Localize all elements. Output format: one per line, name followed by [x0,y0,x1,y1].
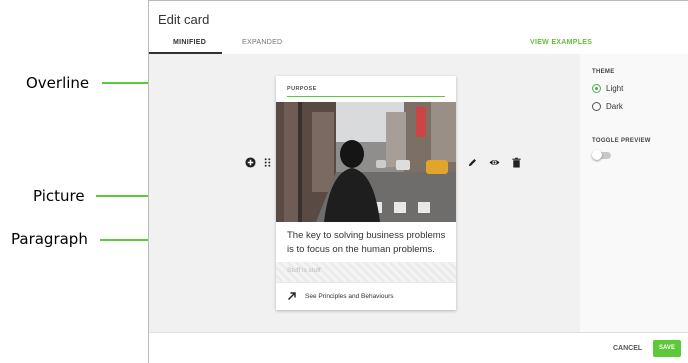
drag-handle-icon[interactable] [262,157,273,168]
card-preview-canvas: PURPOSE The key to solving business prob… [149,54,580,332]
tab-bar: MINIFIED EXPANDED VIEW EXAMPLES [149,34,688,54]
pencil-icon[interactable] [467,157,478,168]
toggle-preview-heading: TOGGLE PREVIEW [592,138,651,144]
cancel-button[interactable]: CANCEL [613,345,642,352]
theme-heading: THEME [592,69,615,75]
card-paragraph: The key to solving business problems is … [287,230,446,255]
preview-card: PURPOSE The key to solving business prob… [276,76,456,310]
theme-option-dark[interactable]: Dark [592,102,623,111]
view-examples-link[interactable]: VIEW EXAMPLES [530,39,592,46]
toggle-knob [592,150,602,160]
street-photo [276,102,456,222]
tab-minified[interactable]: MINIFIED [173,39,206,46]
principles-link[interactable]: See Principles and Behaviours [305,293,394,300]
overline-divider [287,96,445,97]
settings-panel: THEME Light Dark TOGGLE PREVIEW [580,54,688,332]
radio-unselected-icon [592,102,601,111]
dialog-footer: CANCEL SAVE [149,332,688,363]
stuff-placeholder-text: Stuff is stuff [287,267,321,274]
annotation-picture: Picture [33,187,85,205]
dialog-title: Edit card [158,12,210,27]
stuff-placeholder-field[interactable]: Stuff is stuff [276,262,456,282]
card-overline: PURPOSE [287,86,317,92]
toggle-preview-switch[interactable] [592,150,611,160]
annotation-overline: Overline [26,74,90,92]
theme-option-light[interactable]: Light [592,84,623,93]
save-button[interactable]: SAVE [653,340,681,357]
eye-icon[interactable] [489,157,500,168]
theme-option-dark-label: Dark [606,102,623,111]
card-picture [276,102,456,222]
edit-card-dialog: Edit card MINIFIED EXPANDED VIEW EXAMPLE… [148,0,688,363]
tab-expanded[interactable]: EXPANDED [242,39,282,46]
arrow-up-right-icon [288,292,296,300]
theme-option-light-label: Light [606,84,624,93]
radio-selected-icon [592,84,601,93]
add-circle-icon[interactable] [245,157,256,168]
annotation-paragraph: Paragraph [11,230,88,248]
card-footer: See Principles and Behaviours [276,282,456,310]
trash-icon[interactable] [511,157,522,168]
